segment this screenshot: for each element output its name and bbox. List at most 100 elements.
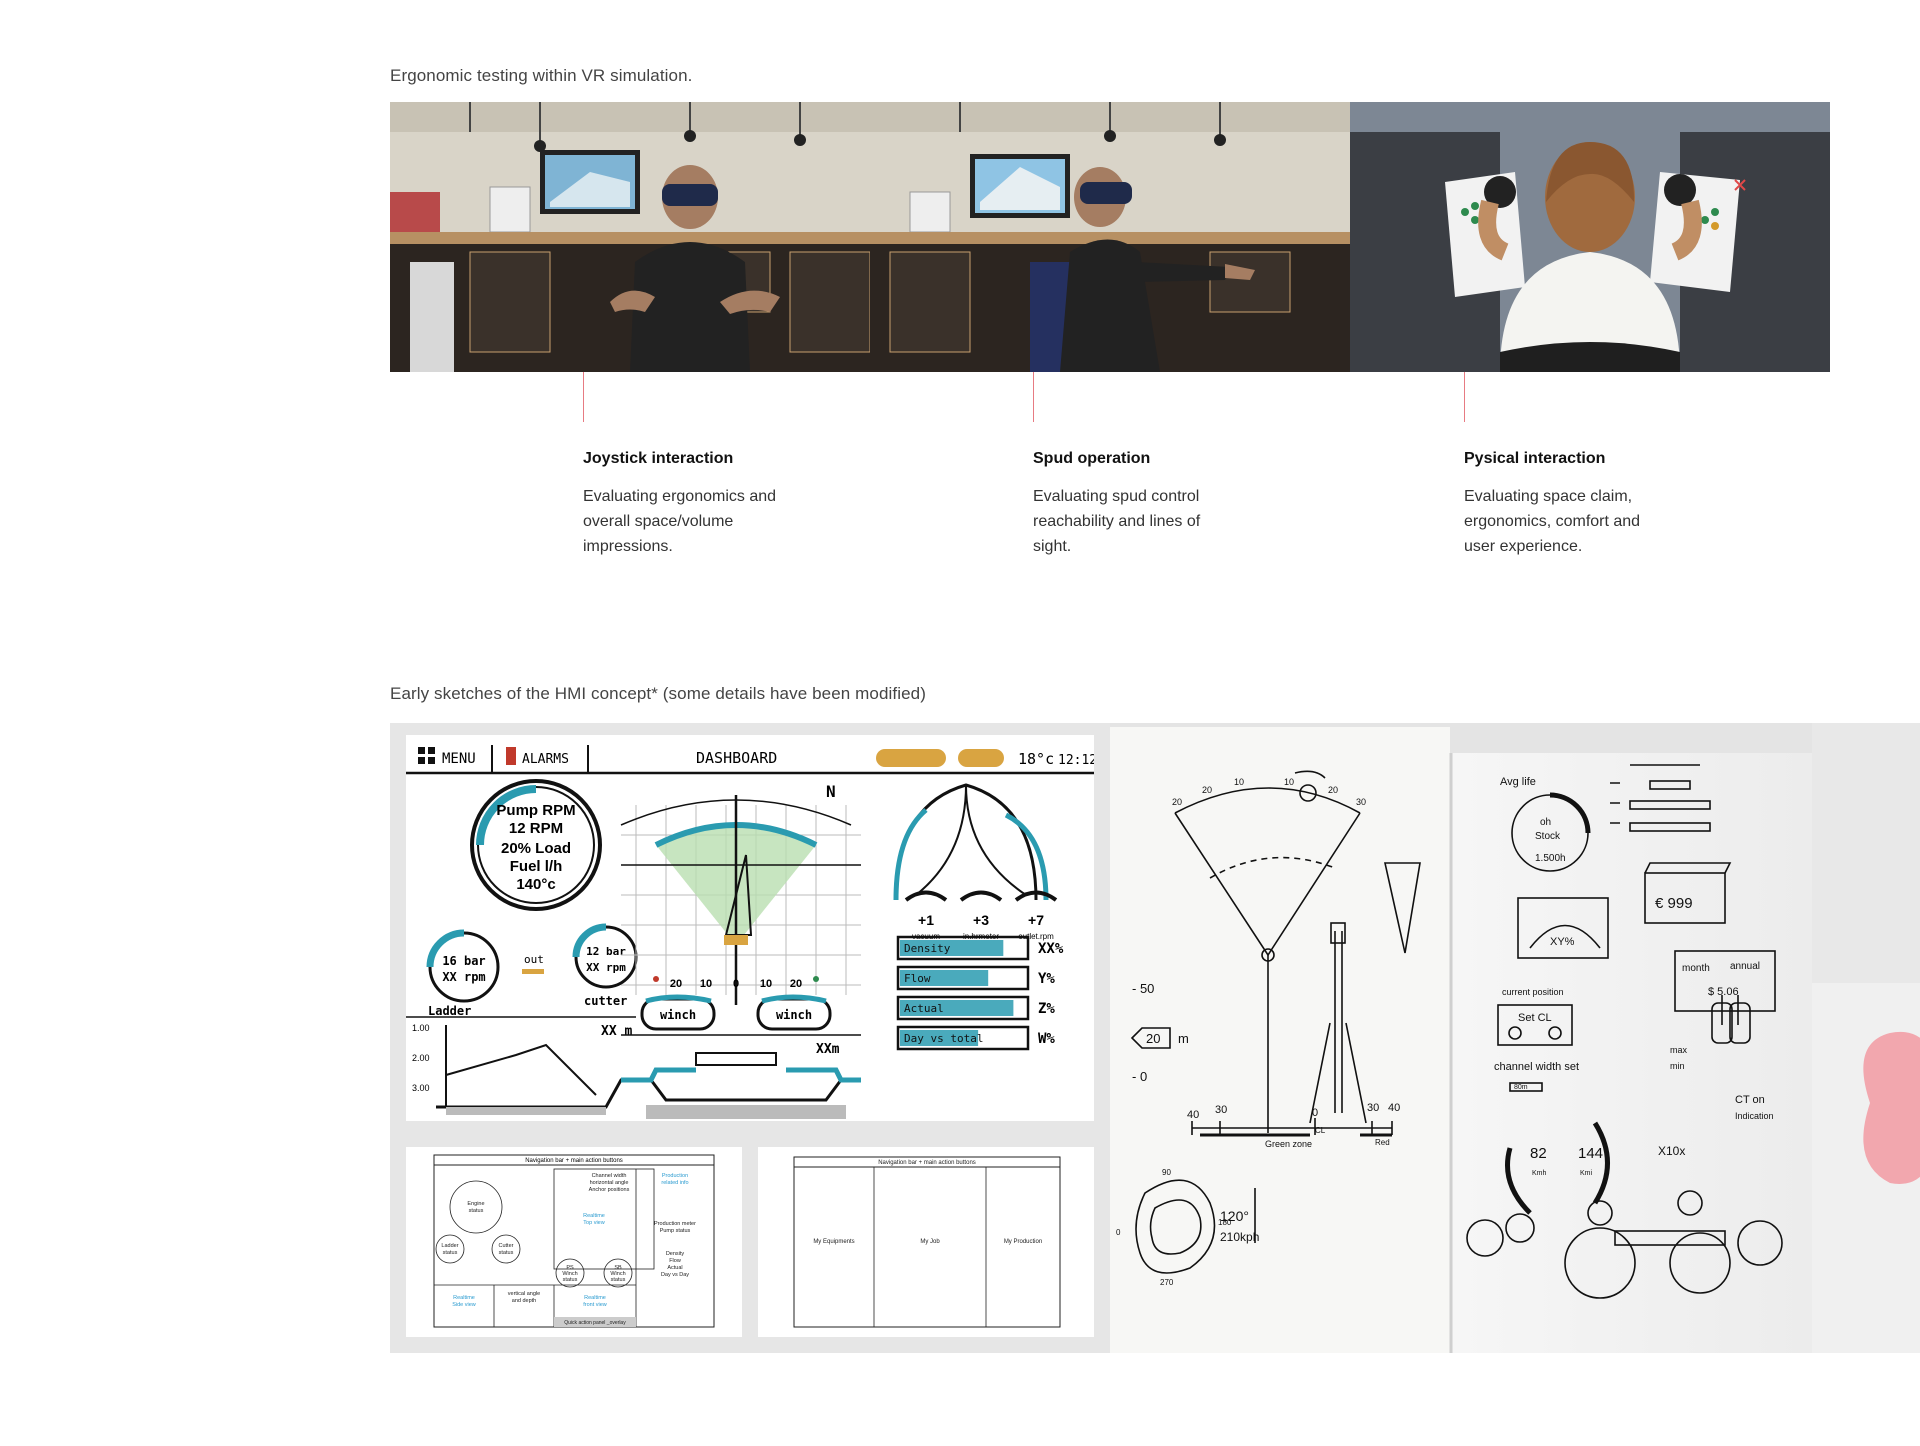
scale-tick: 30 <box>1215 1104 1227 1116</box>
scale-tick: 40 <box>1187 1109 1199 1121</box>
realtime-side-label: Realtime <box>453 1295 475 1301</box>
photo-spud-operation <box>870 102 1350 372</box>
depth-tick: 2.00 <box>412 1053 430 1063</box>
scale-tick: 20 <box>670 978 682 990</box>
annual-label: annual <box>1730 961 1760 972</box>
arc-tick: 20 <box>1202 785 1212 795</box>
callout-text: Evaluating space claim, ergonomics, comf… <box>1464 488 1641 555</box>
column-production: My Production <box>1004 1239 1042 1245</box>
bar-value: Y% <box>1038 971 1055 987</box>
realtime-top-label: Top view <box>583 1220 604 1226</box>
engine-label: status <box>469 1208 484 1214</box>
cutter-rpm: XX rpm <box>586 961 626 974</box>
alarm-icon <box>506 747 516 765</box>
production-bars: Density XX% Flow Y% Actual Z% Day vs total W% <box>896 935 1064 1051</box>
production-info-label: related info <box>661 1180 688 1186</box>
channel-box-label: 80m <box>1514 1084 1528 1091</box>
channel-label: Channel width <box>592 1173 627 1179</box>
out-label: out <box>524 953 544 966</box>
alarms-label: ALARMS <box>522 752 569 767</box>
pump-line: 140°c <box>516 876 555 893</box>
pump-line: Pump RPM <box>496 802 575 819</box>
depth-tick: 1.00 <box>412 1023 430 1033</box>
density-label: Flow <box>669 1258 681 1264</box>
channel-label: channel width set <box>1494 1061 1579 1073</box>
depth-label: - 0 <box>1132 1069 1147 1084</box>
callout-spud: Spud operation Evaluating spud control r… <box>1033 450 1273 559</box>
winch-ps: winch <box>660 1008 696 1022</box>
angle-value: +3 <box>973 912 989 928</box>
sb-winch-label: status <box>611 1277 626 1283</box>
callout-text: Evaluating ergonomics and overall space/… <box>583 488 777 555</box>
angle-value: +7 <box>1028 912 1044 928</box>
month-label: month <box>1682 963 1710 974</box>
photo-joystick-interaction <box>390 102 870 372</box>
ladder-pressure: 16 bar <box>442 954 485 968</box>
north-icon: N <box>826 782 836 801</box>
temp-label: 18°c <box>1018 750 1054 768</box>
nav-bar-label: Navigation bar + main action buttons <box>878 1160 976 1166</box>
ladder-rpm: XX rpm <box>442 970 485 984</box>
hmi-sketches-caption: Early sketches of the HMI concept* (some… <box>390 684 926 703</box>
angle-value: +1 <box>918 912 934 928</box>
dial-tick: 270 <box>1160 1278 1174 1287</box>
channel-label: Anchor positions <box>589 1187 630 1193</box>
ladder-label: Ladder <box>441 1243 458 1249</box>
scale-tick: 10 <box>700 978 712 990</box>
ct-label: CT on <box>1735 1094 1765 1106</box>
speed-sub: Kmi <box>1580 1170 1593 1177</box>
menu-label: MENU <box>442 751 476 767</box>
wireframe-layout-1: Navigation bar + main action buttons Eng… <box>406 1147 742 1337</box>
depth-label: - 50 <box>1132 981 1154 996</box>
arc-tick: 30 <box>1356 797 1366 807</box>
arc-tick: 20 <box>1172 797 1182 807</box>
price-label: € 999 <box>1655 895 1693 912</box>
avg-life-label: Avg life <box>1500 776 1536 788</box>
bar-value: XX% <box>1038 941 1064 957</box>
min-label: min <box>1670 1061 1685 1071</box>
pump-line: Fuel l/h <box>510 858 563 875</box>
notebook-sketches: 20 20 10 10 20 30 - 50 20 m - 0 40 30 0 … <box>1110 723 1920 1353</box>
speed-value: 82 <box>1530 1145 1547 1162</box>
engine-label: Engine <box>467 1201 484 1207</box>
scale-sub: Green zone <box>1265 1139 1312 1149</box>
bar-label: Day vs total <box>904 1032 983 1045</box>
density-label: Day vs Day <box>661 1272 689 1278</box>
scale-tick: 0 <box>733 978 739 990</box>
dial-tick: 0 <box>1116 1228 1121 1237</box>
scale-tick: 0 <box>1312 1107 1318 1119</box>
vertical-label: and depth <box>512 1298 536 1304</box>
max-label: max <box>1670 1045 1688 1055</box>
callout-leader-2 <box>1033 372 1034 422</box>
dashboard-title: DASHBOARD <box>696 749 777 767</box>
bar-label: Density <box>904 942 951 955</box>
stock-label: 1.500h <box>1535 853 1566 864</box>
realtime-top-label: Realtime <box>583 1213 605 1219</box>
x10-label: X10x <box>1658 1144 1685 1158</box>
bar-value: W% <box>1038 1031 1055 1047</box>
bar-value: Z% <box>1038 1001 1055 1017</box>
position-label: current position <box>1502 987 1564 997</box>
callout-title: Joystick interaction <box>583 450 734 467</box>
depth-marker: XX m <box>601 1024 632 1039</box>
realtime-side-label: Side view <box>452 1302 476 1308</box>
ps-winch-label: status <box>563 1277 578 1283</box>
speed-value: 144 <box>1578 1145 1603 1162</box>
ladder-label: status <box>443 1250 458 1256</box>
callout-title: Spud operation <box>1033 450 1151 467</box>
speed-sub: Kmh <box>1532 1170 1547 1177</box>
realtime-front-label: Realtime <box>584 1295 606 1301</box>
stock-label: oh <box>1540 817 1551 828</box>
callout-physical: Pysical interaction Evaluating space cla… <box>1464 450 1704 559</box>
column-equipments: My Equipments <box>813 1239 854 1245</box>
dial-value: 210kph <box>1220 1230 1259 1244</box>
production-info-label: Production <box>662 1173 688 1179</box>
indication-label: Indication <box>1735 1111 1774 1121</box>
scale-tick: 10 <box>760 978 772 990</box>
vr-testing-caption: Ergonomic testing within VR simulation. <box>390 66 693 85</box>
dashboard-sketch: MENU ALARMS DASHBOARD 18°c 12:12 Pump RP… <box>406 735 1097 1121</box>
scale-sub: Red <box>1375 1138 1390 1147</box>
cutter-pressure: 12 bar <box>586 945 626 958</box>
winch-sb: winch <box>776 1008 812 1022</box>
photo-physical-interaction <box>1350 102 1830 372</box>
